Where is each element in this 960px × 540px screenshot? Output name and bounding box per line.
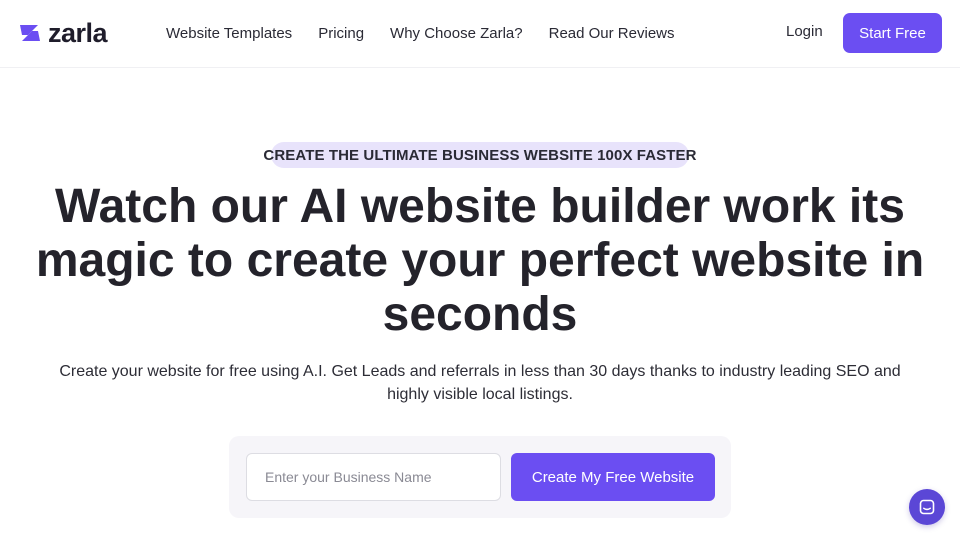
chat-icon [919, 499, 935, 515]
hero-subtext: Create your website for free using A.I. … [59, 363, 901, 403]
start-free-button[interactable]: Start Free [843, 13, 942, 53]
signup-form: Create My Free Website [229, 436, 731, 518]
create-website-button[interactable]: Create My Free Website [511, 453, 715, 501]
nav-website-templates[interactable]: Website Templates [166, 25, 292, 42]
nav-pricing[interactable]: Pricing [318, 25, 364, 42]
site-header: zarla Website Templates Pricing Why Choo… [0, 0, 960, 68]
logo[interactable]: zarla [18, 18, 108, 48]
nav-why-choose[interactable]: Why Choose Zarla? [390, 25, 523, 42]
logo-wordmark: zarla [48, 18, 108, 48]
hero-tagline-badge: CREATE THE ULTIMATE BUSINESS WEBSITE 100… [263, 142, 696, 168]
zarla-logo-icon [20, 25, 40, 41]
main-nav: Website Templates Pricing Why Choose Zar… [166, 23, 701, 43]
hero-headline: Watch our AI website builder work its ma… [35, 180, 925, 341]
login-link[interactable]: Login [786, 23, 823, 40]
chat-launcher-button[interactable] [909, 489, 945, 525]
nav-reviews[interactable]: Read Our Reviews [549, 25, 675, 42]
business-name-input[interactable] [246, 453, 501, 501]
